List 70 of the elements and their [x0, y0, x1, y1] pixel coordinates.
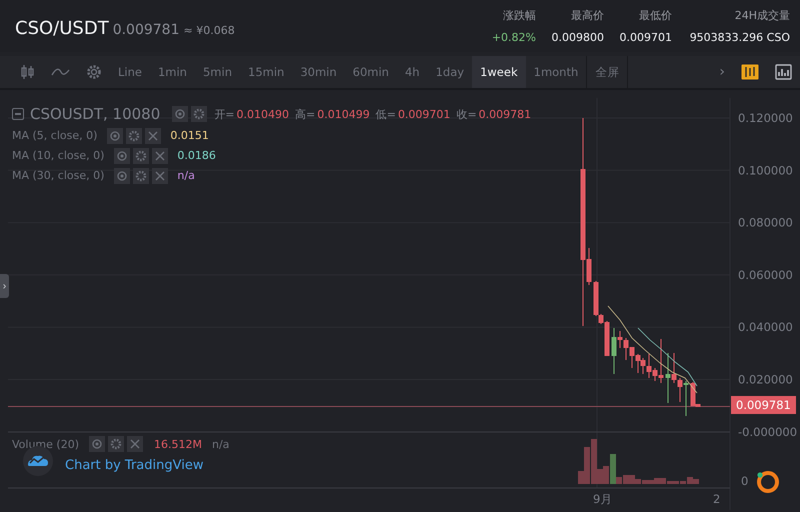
stat-value: 9503833.296 CSO: [690, 31, 790, 44]
gear-icon[interactable]: [133, 148, 150, 164]
stat-label: 最低价: [639, 8, 672, 23]
collapse-icon: [12, 108, 24, 120]
ohlc-label: 开=: [214, 106, 234, 122]
gear-icon[interactable]: [108, 436, 124, 452]
ohlc-value: 0.009701: [398, 108, 450, 120]
interval-tab[interactable]: 60min: [344, 56, 397, 88]
interval-tab[interactable]: 1min: [150, 56, 195, 88]
credit-link[interactable]: Chart by TradingView: [65, 458, 204, 472]
stat-value: 0.009701: [620, 31, 672, 44]
price-tick-label: 0.080000: [738, 216, 793, 230]
close-icon[interactable]: [152, 168, 168, 184]
symbol-title: CSOUSDT, 10080: [30, 105, 160, 123]
price-tick-label: 0.060000: [738, 268, 793, 282]
fullscreen-button[interactable]: 全屏: [587, 56, 628, 88]
volume-value: 16.512M: [154, 438, 202, 450]
ohlc-value: 0.009781: [478, 108, 532, 120]
indicator-value: 0.0186: [177, 149, 216, 162]
stat-label: 最高价: [571, 8, 604, 23]
stat-value: 0.009800: [552, 31, 604, 44]
price-tick-label: -0.000000: [738, 424, 798, 439]
interval-tab[interactable]: 1month: [526, 56, 586, 88]
gear-icon[interactable]: [191, 106, 208, 122]
interval-tab[interactable]: 1week: [472, 56, 526, 88]
price-tick-label: 0.040000: [738, 320, 793, 334]
stat-value: +0.82%: [492, 31, 536, 44]
indicator-name: MA (30, close, 0): [12, 169, 104, 182]
price-tick-label: 0.120000: [738, 111, 793, 125]
volume-tick-label: 0: [741, 474, 748, 488]
indicator-name: MA (5, close, 0): [12, 129, 98, 142]
indicator-value: n/a: [177, 169, 195, 182]
price-approx: ≈ ¥0.068: [184, 24, 235, 36]
eye-icon[interactable]: [172, 106, 188, 122]
volume-ma-value: n/a: [212, 438, 230, 450]
indicator-value: 0.0151: [170, 129, 209, 142]
interval-tab[interactable]: Line: [110, 56, 150, 88]
last-price: 0.009781: [112, 22, 180, 38]
indicator-name: MA (10, close, 0): [12, 149, 104, 162]
close-icon[interactable]: [152, 148, 168, 164]
eye-icon[interactable]: [107, 128, 124, 144]
gear-icon[interactable]: [133, 168, 150, 184]
last-price-label: 0.009781: [731, 396, 796, 414]
ohlc-value: 0.010490: [236, 108, 289, 120]
ohlc-label: 收=: [456, 106, 477, 122]
eye-icon[interactable]: [89, 436, 105, 452]
gear-icon[interactable]: [126, 128, 142, 144]
time-label: 9月: [593, 492, 612, 506]
candles-icon[interactable]: [741, 63, 759, 81]
ohlc-label: 低=: [376, 106, 396, 122]
ohlc-label: 高=: [295, 106, 316, 122]
interval-tab[interactable]: 30min: [292, 56, 345, 88]
price-tick-label: 0.100000: [738, 163, 793, 178]
price-tick-label: 0.020000: [738, 372, 793, 386]
interval-tab[interactable]: 15min: [240, 56, 292, 88]
loading-icon: [757, 471, 779, 493]
stat-label: 涨跌幅: [503, 8, 536, 23]
close-icon[interactable]: [145, 128, 162, 144]
stat-label: 24H成交量: [734, 8, 790, 23]
time-label: 2: [713, 492, 720, 506]
eye-icon[interactable]: [114, 168, 130, 184]
interval-tab[interactable]: 1day: [428, 56, 472, 88]
sidebar-toggle[interactable]: ›: [0, 274, 9, 298]
interval-tab[interactable]: 4h: [396, 56, 428, 88]
scroll-right-button[interactable]: ›: [711, 56, 733, 88]
eye-icon[interactable]: [114, 148, 130, 164]
pair-title: CSO/USDT: [15, 18, 109, 38]
interval-tab[interactable]: 5min: [194, 56, 240, 88]
ohlc-value: 0.010499: [317, 108, 370, 120]
close-icon[interactable]: [127, 436, 143, 452]
